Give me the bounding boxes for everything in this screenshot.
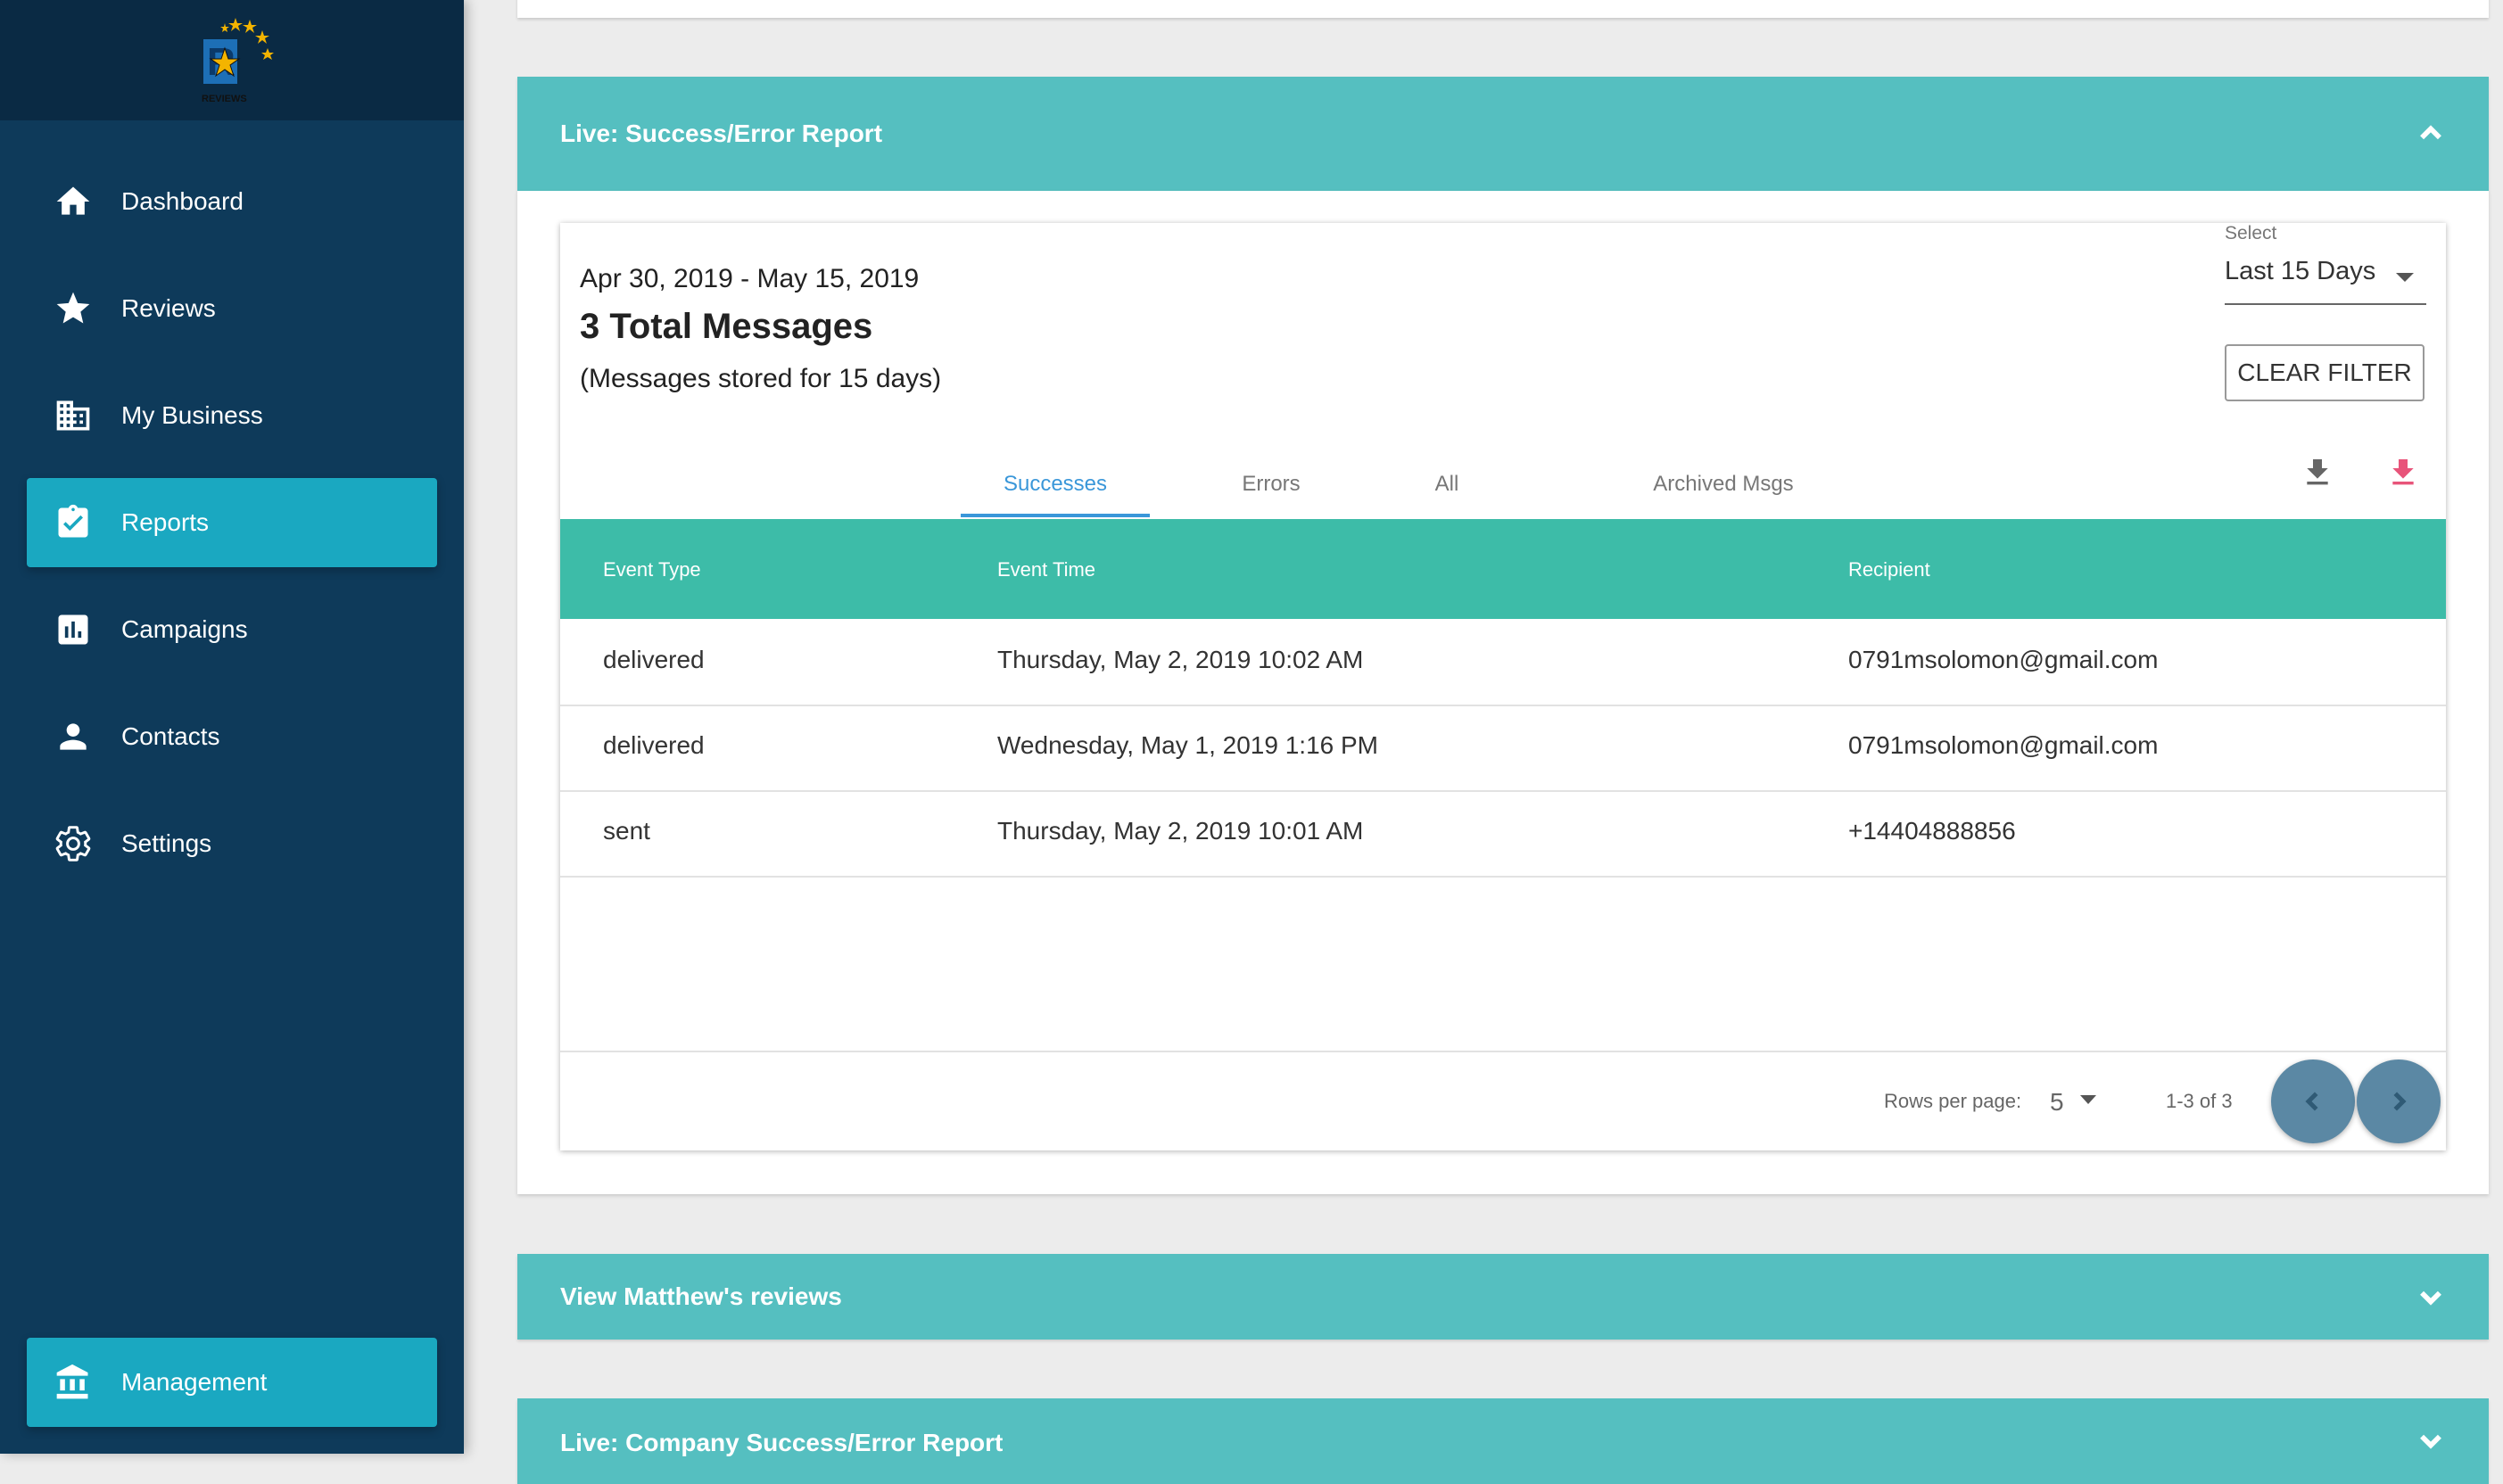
chevron-right-icon — [2393, 1092, 2407, 1111]
sidebar-item-label: Contacts — [121, 722, 220, 750]
building-icon — [54, 396, 93, 435]
logo-area: R REVIEWS — [0, 0, 464, 120]
next-page-button[interactable] — [2357, 1059, 2441, 1143]
rows-per-page-label: Rows per page: — [1884, 1090, 2022, 1112]
table-row[interactable]: sent Thursday, May 2, 2019 10:01 AM +144… — [560, 790, 2446, 878]
previous-page-button[interactable] — [2271, 1059, 2355, 1143]
logo-text: REVIEWS — [202, 94, 247, 104]
report-panel-header[interactable]: Live: Success/Error Report — [517, 77, 2489, 191]
event-time-cell: Wednesday, May 1, 2019 1:16 PM — [997, 731, 1378, 759]
table-header: Event Type Event Time Recipient — [560, 519, 2446, 619]
download-archive-icon[interactable] — [2385, 455, 2421, 491]
sidebar-item-campaigns[interactable]: Campaigns — [27, 585, 437, 674]
table-row[interactable]: delivered Wednesday, May 1, 2019 1:16 PM… — [560, 705, 2446, 792]
chevron-up-icon[interactable] — [2416, 119, 2446, 149]
recipient-cell: 0791msolomon@gmail.com — [1848, 646, 2159, 673]
event-type-cell: delivered — [603, 646, 705, 673]
company-report-panel-header[interactable]: Live: Company Success/Error Report — [517, 1398, 2489, 1484]
person-icon — [54, 717, 93, 756]
clipboard-check-icon — [54, 503, 93, 542]
column-header-event-type[interactable]: Event Type — [603, 558, 701, 581]
bank-icon — [54, 1363, 93, 1402]
sidebar-item-contacts[interactable]: Contacts — [27, 692, 437, 781]
sidebar: R REVIEWS Dashboard Reviews My Business — [0, 0, 464, 1454]
date-range: Apr 30, 2019 - May 15, 2019 — [580, 264, 920, 293]
tab-successes[interactable]: Successes — [961, 455, 1150, 517]
table-divider — [560, 1051, 2446, 1052]
panel-title: View Matthew's reviews — [560, 1282, 842, 1310]
sidebar-item-settings[interactable]: Settings — [27, 799, 437, 888]
tab-errors[interactable]: Errors — [1182, 455, 1360, 514]
reviews-logo[interactable]: R REVIEWS — [198, 14, 278, 107]
report-panel-title: Live: Success/Error Report — [560, 120, 883, 147]
sidebar-item-label: Campaigns — [121, 615, 248, 643]
download-icon[interactable] — [2300, 455, 2335, 491]
event-type-cell: delivered — [603, 731, 705, 759]
storage-note: (Messages stored for 15 days) — [580, 364, 942, 393]
sidebar-item-label: Reports — [121, 508, 210, 536]
sidebar-item-label: Settings — [121, 829, 212, 857]
sidebar-item-label: Dashboard — [121, 187, 244, 215]
recipient-cell: 0791msolomon@gmail.com — [1848, 731, 2159, 759]
chevron-down-icon[interactable] — [2416, 1282, 2446, 1312]
event-time-cell: Thursday, May 2, 2019 10:01 AM — [997, 817, 1364, 845]
column-header-event-time[interactable]: Event Time — [997, 558, 1095, 581]
sidebar-item-dashboard[interactable]: Dashboard — [27, 157, 437, 246]
rows-per-page-caret-icon[interactable] — [2080, 1095, 2096, 1104]
previous-panel — [517, 0, 2489, 18]
bar-chart-icon — [54, 610, 93, 649]
panel-title: Live: Company Success/Error Report — [560, 1429, 1004, 1456]
chevron-left-icon — [2305, 1092, 2318, 1111]
column-header-recipient[interactable]: Recipient — [1848, 558, 1930, 581]
event-type-cell: sent — [603, 817, 650, 845]
rows-per-page-select[interactable]: 5 — [2050, 1088, 2064, 1117]
dropdown-caret-icon — [2396, 273, 2414, 282]
total-messages: 3 Total Messages — [580, 307, 873, 346]
table-row[interactable]: delivered Thursday, May 2, 2019 10:02 AM… — [560, 619, 2446, 706]
clear-filter-button[interactable]: CLEAR FILTER — [2225, 344, 2425, 401]
gear-icon — [54, 824, 93, 863]
sidebar-item-label: My Business — [121, 401, 263, 429]
event-time-cell: Thursday, May 2, 2019 10:02 AM — [997, 646, 1364, 673]
matthew-reviews-panel-header[interactable]: View Matthew's reviews — [517, 1254, 2489, 1340]
tab-all[interactable]: All — [1380, 455, 1514, 514]
home-icon — [54, 182, 93, 221]
chevron-down-icon[interactable] — [2416, 1425, 2446, 1455]
select-value: Last 15 Days — [2225, 257, 2376, 285]
recipient-cell: +14404888856 — [1848, 817, 2016, 845]
sidebar-item-reports[interactable]: Reports — [27, 478, 437, 567]
sidebar-item-management[interactable]: Management — [27, 1338, 437, 1427]
sidebar-item-reviews[interactable]: Reviews — [27, 264, 437, 353]
star-icon — [54, 289, 93, 328]
page-range: 1-3 of 3 — [2166, 1090, 2233, 1112]
select-label: Select — [2225, 223, 2277, 243]
sidebar-item-label: Reviews — [121, 294, 216, 322]
date-range-select[interactable]: Last 15 Days — [2225, 257, 2426, 305]
tab-archived-msgs[interactable]: Archived Msgs — [1603, 455, 1844, 514]
sidebar-item-my-business[interactable]: My Business — [27, 371, 437, 460]
sidebar-item-label: Management — [121, 1368, 268, 1396]
